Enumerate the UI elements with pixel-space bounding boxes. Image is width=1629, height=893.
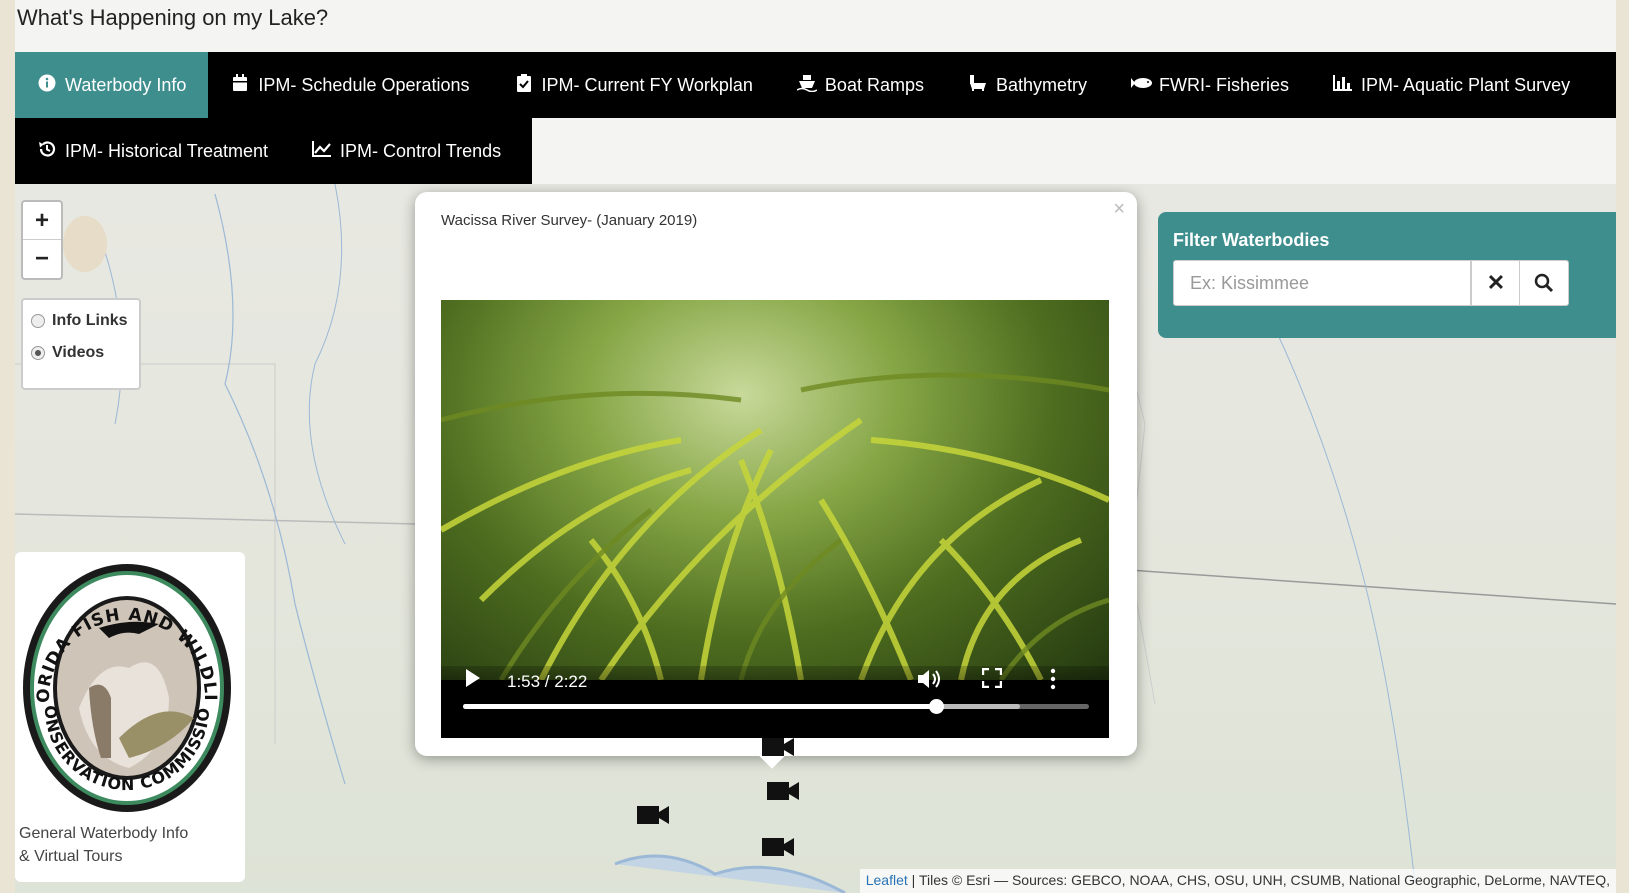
line-chart-icon — [312, 140, 332, 162]
map-attribution: Leaflet | Tiles © Esri — Sources: GEBCO,… — [859, 869, 1616, 893]
tab-label: IPM- Schedule Operations — [258, 74, 470, 95]
tab-label: Bathymetry — [995, 74, 1087, 95]
info-links-radio[interactable] — [31, 314, 45, 328]
filter-title: Filter Waterbodies — [1173, 230, 1330, 250]
caption-line-2: & Virtual Tours — [19, 848, 123, 865]
bar-chart-icon — [1333, 74, 1353, 96]
popup-close-button[interactable]: × — [1113, 198, 1125, 221]
tab-ipm-aquatic-plant-survey[interactable]: IPM- Aquatic Plant Survey — [1311, 52, 1592, 118]
layer-option-videos[interactable]: Videos — [31, 344, 131, 362]
video-time: 1:53 / 2:22 — [507, 672, 588, 691]
tab-label: IPM- Aquatic Plant Survey — [1361, 74, 1571, 95]
tab-ipm-historical-treatment[interactable]: IPM- Historical Treatment — [15, 118, 290, 184]
tab-label: IPM- Control Trends — [340, 140, 502, 161]
video-marker-icon[interactable] — [762, 836, 794, 858]
video-frame — [441, 300, 1109, 682]
more-options-icon[interactable] — [1050, 668, 1056, 695]
zoom-in-button[interactable]: + — [23, 202, 61, 240]
nav-bar-row-1: Waterbody Info IPM- Schedule Operations … — [15, 52, 1616, 118]
video-controls: 1:53 / 2:22 — [441, 666, 1109, 738]
tab-ipm-current-fy-workplan[interactable]: IPM- Current FY Workplan — [492, 52, 775, 118]
tab-ipm-control-trends[interactable]: IPM- Control Trends — [290, 118, 523, 184]
popup-title: Wacissa River Survey- (January 2019) — [441, 212, 698, 229]
zoom-control: + − — [21, 200, 63, 280]
video-popup: Wacissa River Survey- (January 2019) × 1… — [415, 192, 1137, 769]
tab-fwri-fisheries[interactable]: FWRI- Fisheries — [1109, 52, 1311, 118]
nav-bar-row-2: IPM- Historical Treatment IPM- Control T… — [15, 118, 532, 184]
search-button[interactable] — [1519, 260, 1569, 306]
filter-waterbodies-panel: Filter Waterbodies Ex: Kissimmee ✕ — [1158, 212, 1616, 338]
clipboard-check-icon — [514, 73, 534, 97]
layer-toggle-panel: Info Links Videos — [21, 298, 141, 390]
tab-label: IPM- Current FY Workplan — [541, 74, 753, 95]
tab-ipm-schedule-operations[interactable]: IPM- Schedule Operations — [208, 52, 491, 118]
calendar-icon — [230, 73, 250, 97]
video-scrubber-handle[interactable] — [928, 699, 944, 714]
video-marker-icon[interactable] — [637, 804, 669, 826]
logo-caption: General Waterbody Info & Virtual Tours — [19, 822, 188, 868]
zoom-out-button[interactable]: − — [23, 240, 61, 278]
tab-bathymetry[interactable]: Bathymetry — [946, 52, 1109, 118]
fwc-logo: FLORIDA FISH AND WILDLIFE CONSERVATION C… — [19, 558, 231, 812]
tab-waterbody-info[interactable]: Waterbody Info — [15, 52, 209, 118]
video-marker-icon[interactable] — [767, 780, 799, 802]
videos-radio[interactable] — [31, 346, 45, 360]
volume-icon[interactable] — [917, 668, 943, 695]
bathtub-icon — [968, 74, 988, 97]
layer-option-label: Videos — [52, 344, 105, 361]
waterbody-search-input[interactable]: Ex: Kissimmee — [1173, 260, 1471, 306]
leaflet-link[interactable]: Leaflet — [866, 872, 908, 888]
tab-label: IPM- Historical Treatment — [65, 140, 269, 161]
caption-line-1: General Waterbody Info — [19, 825, 189, 842]
clear-search-button[interactable]: ✕ — [1471, 260, 1521, 306]
fullscreen-icon[interactable] — [981, 667, 1003, 693]
attribution-text: | Tiles © Esri — Sources: GEBCO, NOAA, C… — [911, 872, 1610, 888]
logo-card[interactable]: FLORIDA FISH AND WILDLIFE CONSERVATION C… — [15, 552, 245, 882]
underwater-grass-image — [441, 372, 1109, 682]
search-icon — [1534, 273, 1554, 293]
tab-label: FWRI- Fisheries — [1159, 74, 1289, 95]
layer-option-info-links[interactable]: Info Links — [31, 312, 131, 330]
play-icon[interactable] — [465, 668, 481, 693]
tab-boat-ramps[interactable]: Boat Ramps — [775, 52, 946, 118]
layer-option-label: Info Links — [52, 312, 128, 329]
fish-icon — [1131, 75, 1152, 95]
tab-label: Waterbody Info — [65, 74, 187, 95]
history-icon — [37, 140, 57, 163]
page-title: What's Happening on my Lake? — [17, 5, 329, 30]
page: What's Happening on my Lake? Waterbody I… — [15, 0, 1616, 893]
ship-icon — [796, 74, 818, 97]
video-played-bar — [463, 704, 936, 709]
video-player[interactable]: 1:53 / 2:22 — [441, 300, 1109, 738]
info-circle-icon — [37, 74, 57, 97]
video-marker-icon[interactable] — [762, 736, 794, 758]
close-icon: ✕ — [1486, 270, 1506, 295]
map-canvas[interactable]: + − Info Links Videos ORIDA FISH AND WIL… — [15, 184, 1616, 893]
tab-label: Boat Ramps — [824, 74, 924, 95]
video-progress-track[interactable] — [463, 699, 1089, 714]
